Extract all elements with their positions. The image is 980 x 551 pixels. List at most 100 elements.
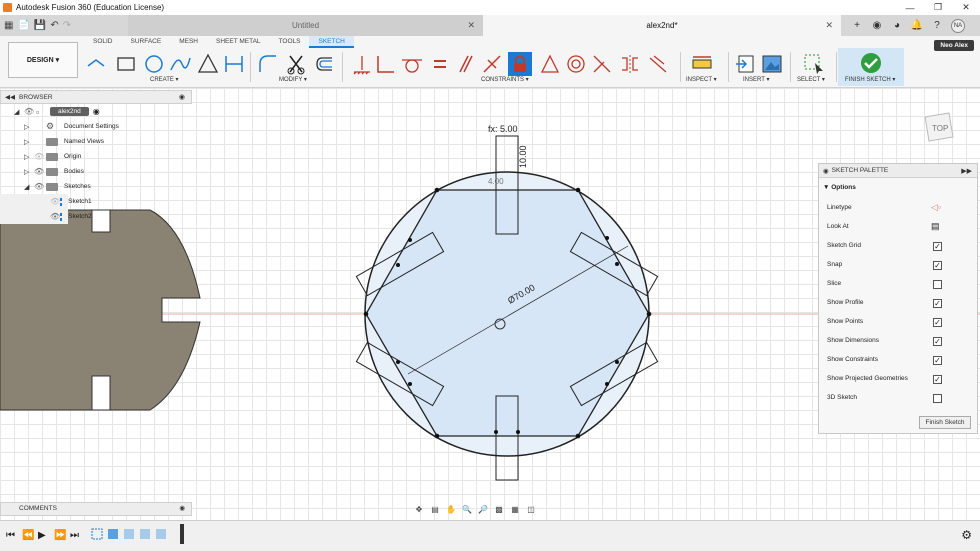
finish-sketch-button[interactable]: FINISH SKETCH ▾ [838,48,904,86]
expand-triangle-icon[interactable]: ▷ [24,168,34,176]
tab-untitled[interactable]: Untitled ✕ [128,15,483,36]
grid-menu-icon[interactable]: ▦ [4,20,13,31]
help-icon[interactable]: ? [931,20,943,32]
concentric-constraint-icon[interactable] [564,52,588,76]
width-dimension[interactable]: fx: 5.00 [488,124,518,134]
coincident-constraint-icon[interactable] [374,52,398,76]
activate-radio-icon[interactable]: ◉ [93,107,100,116]
expand-triangle-icon[interactable]: ▷ [24,123,34,131]
inspect-menu[interactable]: INSPECT ▾ [686,76,717,83]
notifications-icon[interactable]: 🔔 [911,20,923,32]
show-constraints-checkbox[interactable]: ✓ [933,356,942,365]
palette-header[interactable]: ◉ SKETCH PALETTE ▶▶ [819,164,977,178]
tab-tools[interactable]: TOOLS [270,36,310,48]
visibility-eye-icon[interactable]: 👁 [34,182,46,191]
play-icon[interactable]: ▶ [38,530,46,541]
equal-constraint-icon[interactable] [428,52,452,76]
visibility-eye-icon[interactable]: 👁 [34,152,46,161]
go-to-start-icon[interactable]: ⏮ [6,530,15,541]
create-menu[interactable]: CREATE ▾ [150,76,179,83]
close-window-button[interactable]: ✕ [952,0,980,15]
height-dimension[interactable]: 10.00 [518,145,528,168]
expand-triangle-icon[interactable]: ▷ [24,153,34,161]
spline-tool-icon[interactable] [168,52,192,76]
dimension-tool-icon[interactable] [222,52,246,76]
timeline-features[interactable] [90,524,190,548]
small-dimension[interactable]: 4.00 [488,177,504,186]
line-tool-icon[interactable] [84,52,108,76]
display-settings-icon[interactable]: ▩ [492,505,506,514]
show-profile-checkbox[interactable]: ✓ [933,299,942,308]
constraints-menu[interactable]: CONSTRAINTS ▾ [481,76,529,83]
add-comment-icon[interactable]: ◉ [179,503,185,515]
circle-tool-icon[interactable] [142,52,166,76]
fix-constraint-icon[interactable] [350,52,374,76]
comments-panel[interactable]: COMMENTS ◉ [0,502,192,516]
options-section-header[interactable]: ▼ Options [823,184,856,191]
tree-item-sketch2[interactable]: 👁 Sketch2 [0,209,92,224]
expand-icon[interactable]: ▶▶ [961,167,972,175]
user-name-badge[interactable]: Neo Alex [934,40,974,51]
perpendicular-constraint-icon[interactable] [480,52,504,76]
pan-icon[interactable]: ✋ [444,505,458,514]
linetype-icon[interactable]: ◁▫ [931,202,941,213]
workspace-switcher-button[interactable]: DESIGN ▾ [8,42,78,78]
fit-icon[interactable]: 🔎 [476,505,490,514]
select-menu[interactable]: SELECT ▾ [797,76,825,83]
go-to-end-icon[interactable]: ⏭ [70,530,79,541]
visibility-eye-icon[interactable]: 👁 [34,167,46,176]
look-at-nav-icon[interactable]: ▤ [428,505,442,514]
tab-alex2nd[interactable]: alex2nd* ✕ [483,15,841,36]
3d-sketch-checkbox[interactable] [933,394,942,403]
tab-mesh[interactable]: MESH [170,36,207,48]
tree-item-document-settings[interactable]: ▷ ⚙ Document Settings [0,119,192,134]
sketch-grid-checkbox[interactable]: ✓ [933,242,942,251]
visibility-eye-icon[interactable]: 👁 [24,107,36,116]
save-icon[interactable]: 💾 [34,20,46,31]
midpoint-constraint-icon[interactable] [538,52,562,76]
pin-icon[interactable]: ◉ [179,93,185,101]
extensions-icon[interactable]: ◉ [871,20,883,32]
snap-checkbox[interactable]: ✓ [933,261,942,270]
new-tab-icon[interactable]: + [851,20,863,32]
browser-header[interactable]: ◀◀ BROWSER ◉ [0,90,192,104]
step-back-icon[interactable]: ⏪ [22,530,34,541]
show-projected-geometries-checkbox[interactable]: ✓ [933,375,942,384]
maximize-button[interactable]: ❐ [924,0,952,15]
parallel-constraint-icon[interactable] [454,52,478,76]
job-status-icon[interactable]: ◕ [891,20,903,32]
tangent-constraint-icon[interactable] [400,52,424,76]
symmetry-constraint-icon[interactable] [618,52,642,76]
redo-icon[interactable]: ↷ [63,20,71,31]
tab-sketch[interactable]: SKETCH [309,36,354,48]
modify-menu[interactable]: MODIFY ▾ [279,76,307,83]
undo-icon[interactable]: ↶ [50,20,58,31]
close-tab-icon[interactable]: ✕ [825,20,833,31]
grid-settings-icon[interactable]: ▦ [508,505,522,514]
collinear-constraint-icon[interactable] [590,52,614,76]
tab-sheet-metal[interactable]: SHEET METAL [207,36,270,48]
show-points-checkbox[interactable]: ✓ [933,318,942,327]
fillet-tool-icon[interactable] [256,52,280,76]
visibility-eye-icon[interactable]: 👁 [50,197,60,206]
orbit-icon[interactable]: ✥ [412,505,426,514]
slice-checkbox[interactable] [933,280,942,289]
measure-tool-icon[interactable] [690,52,714,76]
collapse-triangle-icon[interactable]: ◢ [24,183,34,191]
collapse-triangle-icon[interactable]: ▼ [823,184,831,191]
polygon-tool-icon[interactable] [196,52,220,76]
viewports-icon[interactable]: ◫ [524,505,538,514]
palette-pin-icon[interactable]: ◉ [823,167,829,175]
collapse-triangle-icon[interactable]: ◢ [14,108,24,116]
minimize-button[interactable]: — [896,0,924,15]
tree-item-named-views[interactable]: ▷ Named Views [0,134,192,149]
tab-surface[interactable]: SURFACE [122,36,171,48]
look-at-icon[interactable]: ▤ [931,221,940,232]
timeline-settings-icon[interactable]: ⚙ [961,528,972,542]
tree-item-sketch1[interactable]: 👁 Sketch1 [0,194,92,209]
avatar[interactable]: NA [951,18,965,33]
insert-dxf-icon[interactable] [734,52,758,76]
zoom-icon[interactable]: 🔍 [460,505,474,514]
collapse-icon[interactable]: ◀◀ [5,93,15,101]
curvature-constraint-icon[interactable] [646,52,670,76]
